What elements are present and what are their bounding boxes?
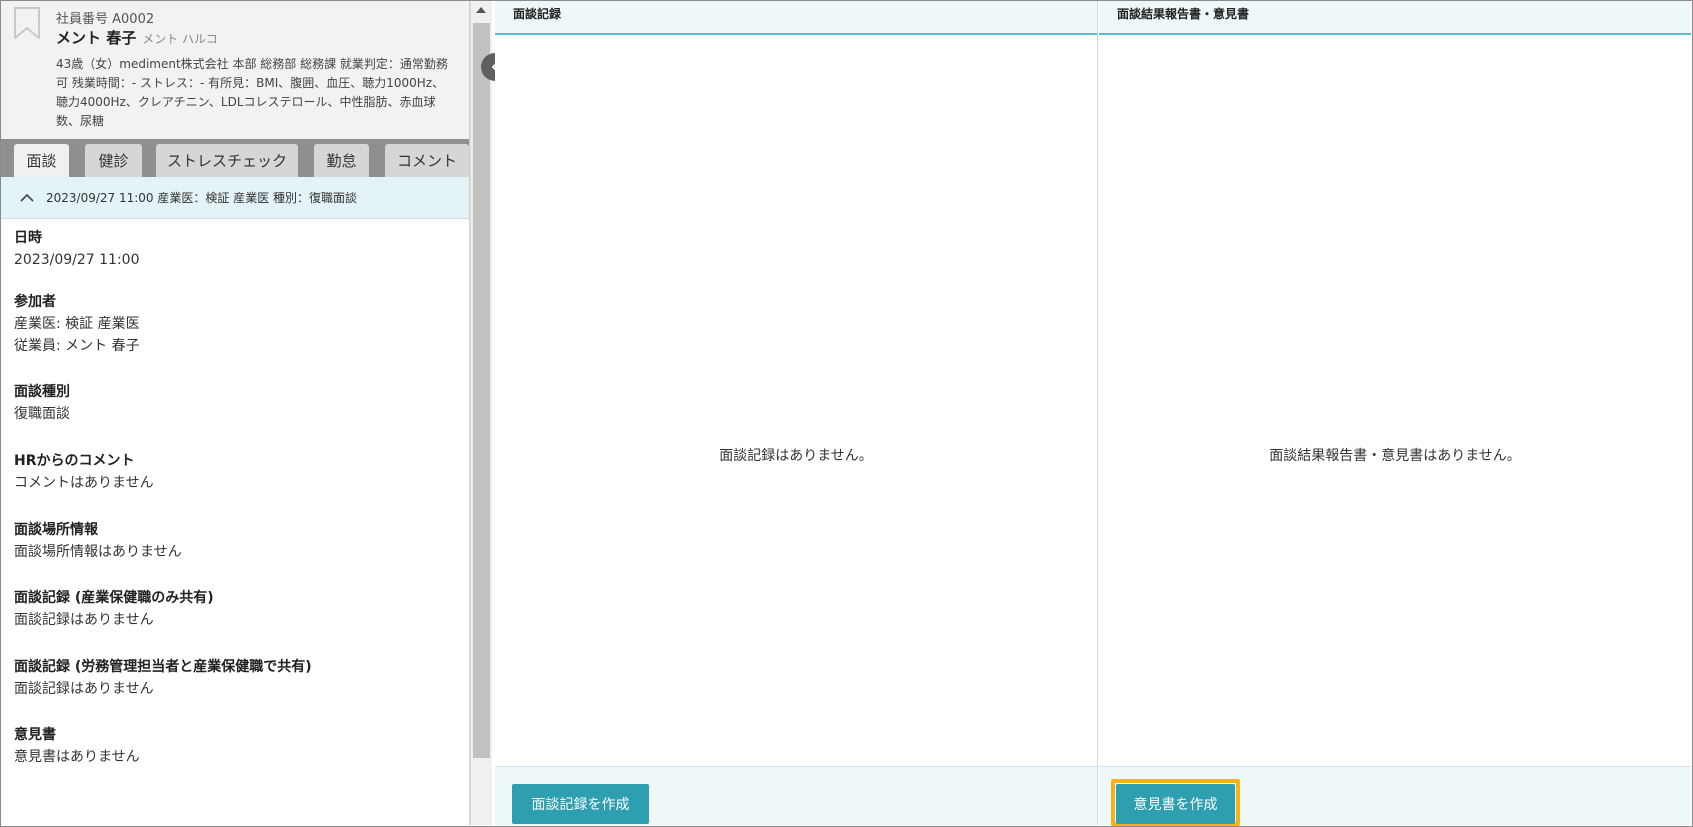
detail-value: 復職面談	[14, 406, 70, 422]
detail-datetime: 日時 2023/09/27 11:00	[14, 227, 454, 291]
detail-opinion: 意見書 意見書はありません	[14, 724, 454, 784]
detail-title: 面談記録 (産業保健職のみ共有)	[14, 590, 214, 606]
detail-title: 面談種別	[14, 384, 70, 400]
create-opinion-button[interactable]: 意見書を作成	[1116, 784, 1235, 824]
employee-profile: 社員番号 A0002 メント 春子 メント ハルコ 43歳（女）mediment株…	[1, 1, 469, 139]
meeting-summary-toggle[interactable]: 2023/09/27 11:00 産業医：検証 産業医 種別：復職面談	[1, 177, 469, 219]
detail-title: 意見書	[14, 727, 56, 743]
interview-record-column: 面談記録 面談記録はありません。 面談記録を作成	[495, 1, 1098, 825]
employee-number: 社員番号 A0002	[56, 12, 155, 27]
detail-participants: 参加者 産業医: 検証 産業医 従業員: メント 春子	[14, 291, 454, 381]
detail-value: 従業員: メント 春子	[14, 338, 140, 354]
detail-value: 面談場所情報はありません	[14, 544, 182, 560]
employee-name-row: メント 春子 メント ハルコ	[56, 27, 218, 48]
detail-hr-comment: HRからのコメント コメントはありません	[14, 450, 454, 519]
interview-record-footer: 面談記録を作成	[495, 766, 1097, 825]
scroll-up-arrow-icon[interactable]	[476, 7, 486, 13]
tab-stress-check[interactable]: ストレスチェック	[156, 144, 298, 177]
detail-interview-type: 面談種別 復職面談	[14, 381, 454, 450]
detail-value: コメントはありません	[14, 475, 154, 491]
tab-comment[interactable]: コメント	[385, 144, 469, 177]
detail-title: 日時	[14, 230, 42, 246]
tab-interview[interactable]: 面談	[14, 144, 69, 177]
employee-name: メント 春子	[56, 29, 137, 47]
tab-checkup[interactable]: 健診	[85, 144, 142, 177]
employee-panel: 社員番号 A0002 メント 春子 メント ハルコ 43歳（女）mediment株…	[1, 1, 470, 825]
bookmark-icon[interactable]	[13, 7, 41, 39]
chevron-up-icon	[20, 193, 34, 202]
detail-value: 産業医: 検証 産業医	[14, 316, 140, 332]
detail-value: 面談記録はありません	[14, 612, 154, 628]
scroll-thumb[interactable]	[473, 23, 490, 758]
detail-title: HRからのコメント	[14, 453, 135, 469]
detail-value: 面談記録はありません	[14, 681, 154, 697]
report-opinion-header: 面談結果報告書・意見書	[1099, 1, 1691, 35]
interview-record-header: 面談記録	[495, 1, 1097, 35]
detail-value: 2023/09/27 11:00	[14, 252, 140, 268]
interview-record-empty-text: 面談記録はありません。	[719, 448, 873, 464]
report-opinion-footer: 意見書を作成	[1099, 766, 1691, 826]
detail-record-health-staff: 面談記録 (産業保健職のみ共有) 面談記録はありません	[14, 587, 454, 656]
detail-title: 面談場所情報	[14, 522, 98, 538]
left-panel-scrollbar[interactable]	[470, 1, 492, 825]
detail-location: 面談場所情報 面談場所情報はありません	[14, 519, 454, 587]
detail-title: 参加者	[14, 294, 56, 310]
tab-bar: 面談 健診 ストレスチェック 勤怠 コメント	[1, 139, 469, 177]
report-opinion-column: 面談結果報告書・意見書 面談結果報告書・意見書はありません。 意見書を作成	[1099, 1, 1691, 826]
meeting-details: 日時 2023/09/27 11:00 参加者 産業医: 検証 産業医 従業員:…	[14, 227, 454, 784]
report-opinion-empty-text: 面談結果報告書・意見書はありません。	[1269, 448, 1521, 464]
create-interview-record-button[interactable]: 面談記録を作成	[512, 784, 649, 824]
detail-title: 面談記録 (労務管理担当者と産業保健職で共有)	[14, 659, 312, 675]
tab-attendance[interactable]: 勤怠	[314, 144, 369, 177]
detail-record-shared: 面談記録 (労務管理担当者と産業保健職で共有) 面談記録はありません	[14, 656, 454, 724]
meeting-summary-text: 2023/09/27 11:00 産業医：検証 産業医 種別：復職面談	[46, 191, 358, 205]
employee-detail: 43歳（女）mediment株式会社 本部 総務部 総務課 就業判定：通常勤務可…	[56, 57, 448, 128]
employee-name-kana: メント ハルコ	[142, 32, 218, 46]
detail-value: 意見書はありません	[14, 749, 140, 765]
